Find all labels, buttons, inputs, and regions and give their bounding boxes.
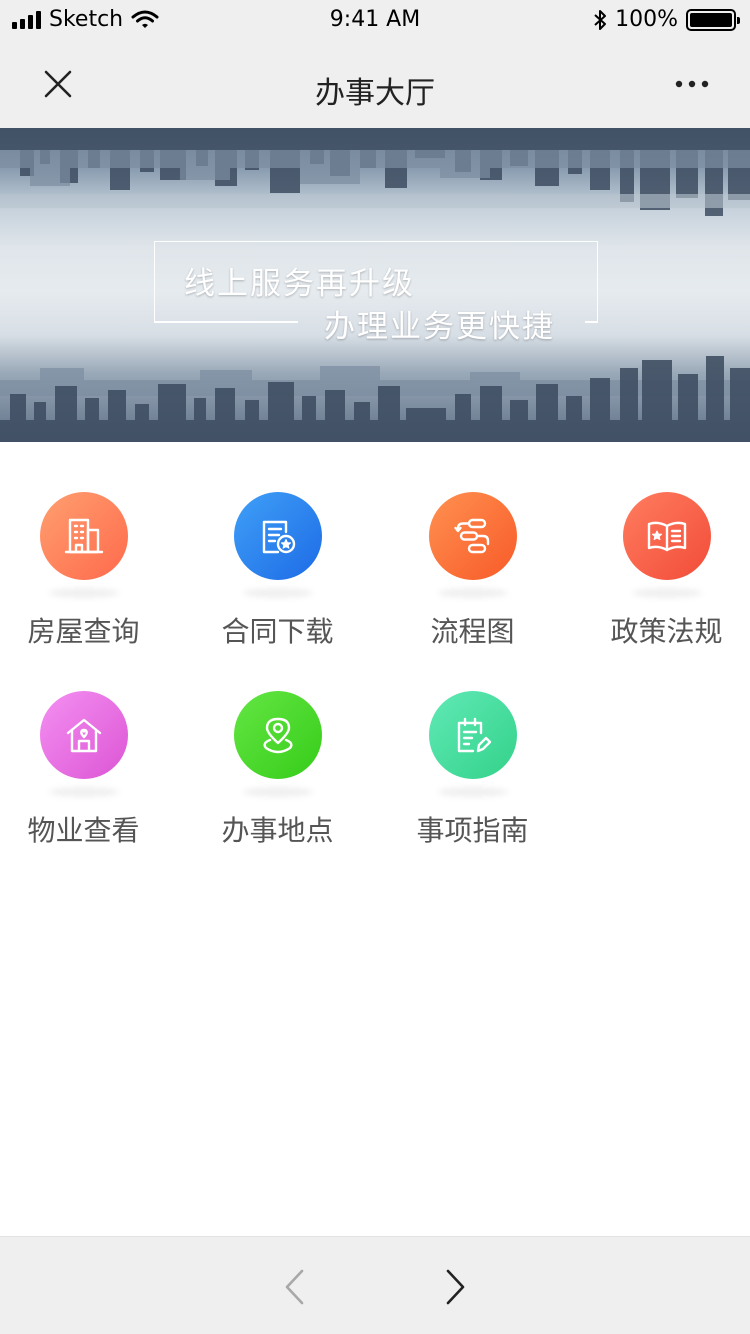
service-item-office-location[interactable]: 办事地点 — [184, 641, 371, 847]
building-icon — [39, 492, 128, 580]
icon-shadow — [437, 588, 508, 598]
battery-fill — [690, 12, 732, 27]
chevron-right-icon[interactable] — [443, 1267, 469, 1307]
battery-percent: 100% — [615, 7, 678, 32]
banner-slogan-line2: 办理业务更快捷 — [324, 309, 555, 345]
slogan-frame-line — [585, 321, 598, 323]
service-item-flowchart[interactable]: 流程图 — [379, 442, 566, 648]
icon-shadow — [48, 588, 119, 598]
slogan-frame-line — [154, 321, 298, 323]
nav-bar: 办事大厅 — [0, 40, 750, 128]
status-bar: Sketch 9:41 AM 100% — [0, 0, 750, 40]
icon-shadow — [631, 588, 702, 598]
more-icon[interactable] — [674, 70, 710, 98]
chevron-left-icon[interactable] — [281, 1267, 307, 1307]
contract-icon — [233, 492, 322, 580]
service-item-contract-download[interactable]: 合同下载 — [184, 442, 371, 648]
banner-slogan-line1: 线上服务再升级 — [184, 266, 415, 302]
service-label: 事项指南 — [416, 814, 529, 847]
service-label: 政策法规 — [610, 615, 723, 648]
page-title: 办事大厅 — [315, 76, 435, 111]
icon-shadow — [242, 588, 313, 598]
service-item-policy[interactable]: 政策法规 — [573, 442, 750, 648]
icon-shadow — [437, 787, 508, 797]
banner: 线上服务再升级 办理业务更快捷 — [0, 128, 750, 442]
icon-shadow — [242, 787, 313, 797]
battery-icon — [686, 8, 740, 31]
service-item-guide[interactable]: 事项指南 — [379, 641, 566, 847]
location-icon — [233, 691, 322, 779]
icon-shadow — [48, 787, 119, 797]
guide-icon — [428, 691, 517, 779]
house-icon — [39, 691, 128, 779]
policy-book-icon — [622, 492, 711, 580]
status-right: 100% — [593, 7, 740, 32]
service-item-house-query[interactable]: 房屋查询 — [0, 442, 177, 648]
service-item-property-view[interactable]: 物业查看 — [0, 641, 177, 847]
flowchart-icon — [428, 492, 517, 580]
service-label: 办事地点 — [221, 814, 334, 847]
service-label: 物业查看 — [27, 814, 140, 847]
bottom-toolbar — [0, 1236, 750, 1334]
bluetooth-icon — [594, 9, 607, 30]
